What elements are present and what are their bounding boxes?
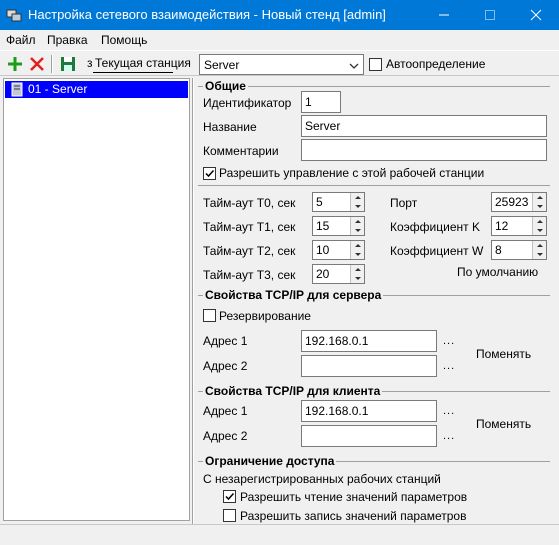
general-title: Общие [203, 79, 248, 93]
server-swap-button[interactable]: Поменять [476, 347, 531, 361]
k-spinner[interactable]: 12 [491, 216, 547, 236]
general-group [198, 86, 550, 87]
client-addr1-field[interactable]: 192.168.0.1 [301, 400, 437, 422]
close-window-button[interactable] [513, 0, 559, 30]
spin-arrows-icon[interactable] [532, 193, 546, 211]
t1-spinner[interactable]: 15 [312, 216, 365, 236]
port-spinner[interactable]: 25923 [491, 192, 547, 212]
w-value: 8 [495, 243, 502, 257]
add-icon[interactable] [5, 54, 25, 74]
server-addr1-value: 192.168.0.1 [305, 334, 369, 348]
client-addr1-browse[interactable]: ... [443, 405, 455, 417]
t0-label: Тайм-аут T0, сек [203, 196, 296, 210]
k-label: Коэффициент K [390, 220, 480, 234]
app-icon [6, 7, 22, 23]
title-bar: Настройка сетевого взаимодействия - Новы… [0, 0, 559, 30]
port-label: Порт [390, 196, 418, 210]
server-tcp-title: Свойства TCP/IP для сервера [203, 288, 384, 302]
save-icon[interactable] [58, 54, 78, 74]
t1-value: 15 [316, 219, 330, 233]
allow-control-checkbox[interactable] [203, 167, 216, 180]
client-addr1-label: Адрес 1 [203, 404, 248, 418]
t2-label: Тайм-аут T2, сек [203, 244, 296, 258]
backup-checkbox[interactable] [203, 309, 216, 322]
timeouts-group [198, 185, 550, 186]
status-bar [0, 524, 559, 545]
t3-value: 20 [316, 267, 330, 281]
client-addr2-field[interactable] [301, 425, 437, 447]
station-prefix: з [87, 56, 93, 70]
w-label: Коэффициент W [390, 244, 484, 258]
maximize-button[interactable] [467, 0, 513, 30]
allow-control-label: Разрешить управление с этой рабочей стан… [219, 166, 485, 180]
spin-arrows-icon[interactable] [350, 241, 364, 259]
k-value: 12 [495, 219, 509, 233]
t3-spinner[interactable]: 20 [312, 264, 365, 284]
auto-detect-label: Автоопределение [386, 57, 486, 71]
server-addr1-label: Адрес 1 [203, 334, 248, 348]
id-field[interactable]: 1 [301, 91, 341, 113]
station-label-underline [93, 72, 173, 73]
spin-arrows-icon[interactable] [532, 241, 546, 259]
minimize-button[interactable] [421, 0, 467, 30]
toolbar: з Текущая станция Server Автоопределение [0, 50, 559, 76]
station-select[interactable]: Server [199, 54, 364, 75]
comments-label: Комментарии [203, 144, 279, 158]
port-value: 25923 [495, 195, 529, 209]
station-select-value: Server [204, 58, 240, 72]
checkmark-icon [225, 492, 235, 501]
splitter[interactable] [192, 78, 194, 524]
spin-arrows-icon[interactable] [532, 217, 546, 235]
t0-spinner[interactable]: 5 [312, 192, 365, 212]
client-tcp-title: Свойства TCP/IP для клиента [203, 384, 383, 398]
allow-write-checkbox[interactable] [223, 509, 236, 522]
tree-item[interactable]: 01 - Server [28, 82, 87, 96]
spin-arrows-icon[interactable] [350, 193, 364, 211]
comments-field[interactable] [301, 139, 547, 161]
menu-file[interactable]: Файл [6, 33, 36, 47]
server-addr1-browse[interactable]: ... [443, 335, 455, 347]
client-addr2-label: Адрес 2 [203, 429, 248, 443]
name-label: Название [203, 120, 257, 134]
name-field[interactable]: Server [301, 115, 547, 137]
allow-write-label: Разрешить запись значений параметров [240, 509, 467, 523]
client-swap-button[interactable]: Поменять [476, 417, 531, 431]
server-addr1-field[interactable]: 192.168.0.1 [301, 330, 437, 352]
access-subtitle: С незарегистрированных рабочих станций [203, 472, 441, 486]
station-label: Текущая станция [95, 56, 191, 70]
t3-label: Тайм-аут T3, сек [203, 268, 296, 282]
w-spinner[interactable]: 8 [491, 240, 547, 260]
menu-help[interactable]: Помощь [101, 33, 147, 47]
client-addr2-browse[interactable]: ... [443, 430, 455, 442]
spin-arrows-icon[interactable] [350, 265, 364, 283]
name-value: Server [305, 119, 341, 133]
checkmark-icon [205, 169, 215, 178]
chevron-down-icon [349, 60, 359, 70]
server-addr2-field[interactable] [301, 355, 437, 377]
id-label: Идентификатор [203, 96, 292, 110]
window-title: Настройка сетевого взаимодействия - Новы… [28, 7, 386, 22]
id-value: 1 [305, 95, 312, 109]
server-icon [10, 82, 24, 101]
server-addr2-browse[interactable]: ... [443, 360, 455, 372]
t2-spinner[interactable]: 10 [312, 240, 365, 260]
client-addr1-value: 192.168.0.1 [305, 404, 369, 418]
t0-value: 5 [316, 195, 323, 209]
defaults-button[interactable]: По умолчанию [457, 265, 538, 279]
delete-icon[interactable] [27, 54, 47, 74]
allow-read-label: Разрешить чтение значений параметров [240, 490, 468, 504]
access-title: Ограничение доступа [203, 454, 337, 468]
allow-read-checkbox[interactable] [223, 490, 236, 503]
menu-bar: Файл Правка Помощь [0, 30, 559, 50]
station-tree[interactable]: 01 - Server [3, 78, 190, 521]
t2-value: 10 [316, 243, 330, 257]
auto-detect-checkbox[interactable] [369, 58, 382, 71]
server-addr2-label: Адрес 2 [203, 359, 248, 373]
toolbar-separator [51, 55, 53, 73]
menu-edit[interactable]: Правка [47, 33, 88, 47]
backup-label: Резервирование [219, 309, 311, 323]
t1-label: Тайм-аут T1, сек [203, 220, 296, 234]
spin-arrows-icon[interactable] [350, 217, 364, 235]
